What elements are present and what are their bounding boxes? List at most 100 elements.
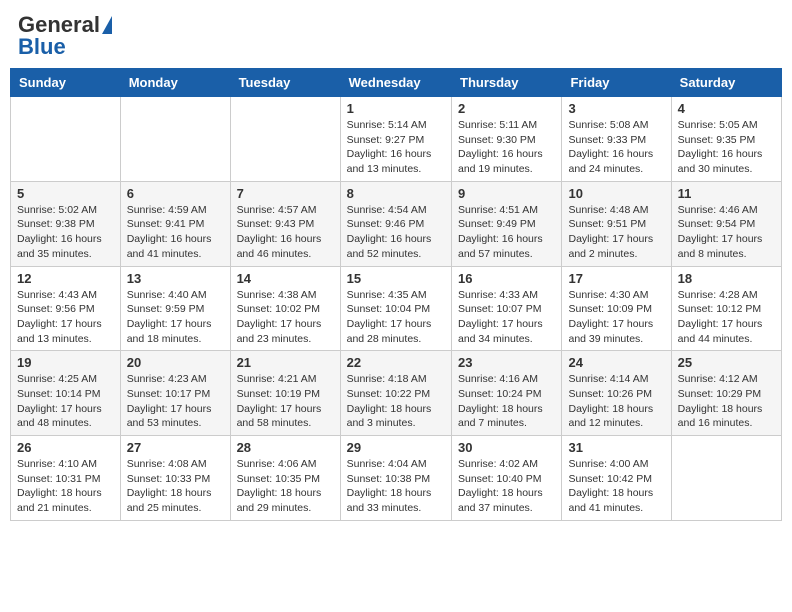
day-number: 26 (17, 440, 114, 455)
calendar-cell: 8 Sunrise: 4:54 AM Sunset: 9:46 PM Daylig… (340, 181, 451, 266)
day-of-week-header: Saturday (671, 69, 781, 97)
calendar-cell: 5 Sunrise: 5:02 AM Sunset: 9:38 PM Daylig… (11, 181, 121, 266)
day-number: 22 (347, 355, 445, 370)
logo-blue-text: Blue (18, 36, 66, 58)
day-info: Sunrise: 4:16 AM Sunset: 10:24 PM Daylig… (458, 372, 555, 431)
day-info: Sunrise: 4:08 AM Sunset: 10:33 PM Daylig… (127, 457, 224, 516)
calendar-cell: 7 Sunrise: 4:57 AM Sunset: 9:43 PM Daylig… (230, 181, 340, 266)
day-number: 10 (568, 186, 664, 201)
calendar-cell: 4 Sunrise: 5:05 AM Sunset: 9:35 PM Daylig… (671, 97, 781, 182)
day-info: Sunrise: 4:14 AM Sunset: 10:26 PM Daylig… (568, 372, 664, 431)
calendar-cell: 18 Sunrise: 4:28 AM Sunset: 10:12 PM Dayl… (671, 266, 781, 351)
calendar-cell: 26 Sunrise: 4:10 AM Sunset: 10:31 PM Dayl… (11, 436, 121, 521)
day-info: Sunrise: 4:48 AM Sunset: 9:51 PM Dayligh… (568, 203, 664, 262)
calendar-cell: 6 Sunrise: 4:59 AM Sunset: 9:41 PM Daylig… (120, 181, 230, 266)
day-number: 14 (237, 271, 334, 286)
day-number: 6 (127, 186, 224, 201)
day-number: 1 (347, 101, 445, 116)
day-number: 2 (458, 101, 555, 116)
calendar: SundayMondayTuesdayWednesdayThursdayFrid… (10, 68, 782, 521)
day-number: 31 (568, 440, 664, 455)
calendar-cell (671, 436, 781, 521)
day-number: 4 (678, 101, 775, 116)
day-of-week-header: Friday (562, 69, 671, 97)
day-info: Sunrise: 4:28 AM Sunset: 10:12 PM Daylig… (678, 288, 775, 347)
calendar-cell: 30 Sunrise: 4:02 AM Sunset: 10:40 PM Dayl… (452, 436, 562, 521)
calendar-cell: 2 Sunrise: 5:11 AM Sunset: 9:30 PM Daylig… (452, 97, 562, 182)
day-number: 30 (458, 440, 555, 455)
day-number: 5 (17, 186, 114, 201)
day-number: 12 (17, 271, 114, 286)
day-of-week-header: Tuesday (230, 69, 340, 97)
day-info: Sunrise: 4:04 AM Sunset: 10:38 PM Daylig… (347, 457, 445, 516)
day-number: 3 (568, 101, 664, 116)
calendar-cell: 1 Sunrise: 5:14 AM Sunset: 9:27 PM Daylig… (340, 97, 451, 182)
calendar-cell: 14 Sunrise: 4:38 AM Sunset: 10:02 PM Dayl… (230, 266, 340, 351)
calendar-cell (11, 97, 121, 182)
calendar-cell: 16 Sunrise: 4:33 AM Sunset: 10:07 PM Dayl… (452, 266, 562, 351)
day-number: 18 (678, 271, 775, 286)
day-number: 19 (17, 355, 114, 370)
day-info: Sunrise: 5:08 AM Sunset: 9:33 PM Dayligh… (568, 118, 664, 177)
day-number: 11 (678, 186, 775, 201)
calendar-cell: 15Sunrise: 4:35 AM Sunset: 10:04 PM Dayl… (340, 266, 451, 351)
calendar-cell: 20 Sunrise: 4:23 AM Sunset: 10:17 PM Dayl… (120, 351, 230, 436)
calendar-cell: 23 Sunrise: 4:16 AM Sunset: 10:24 PM Dayl… (452, 351, 562, 436)
day-info: Sunrise: 4:40 AM Sunset: 9:59 PM Dayligh… (127, 288, 224, 347)
calendar-cell: 22 Sunrise: 4:18 AM Sunset: 10:22 PM Dayl… (340, 351, 451, 436)
calendar-cell: 17 Sunrise: 4:30 AM Sunset: 10:09 PM Dayl… (562, 266, 671, 351)
day-info: Sunrise: 4:30 AM Sunset: 10:09 PM Daylig… (568, 288, 664, 347)
calendar-cell: 3 Sunrise: 5:08 AM Sunset: 9:33 PM Daylig… (562, 97, 671, 182)
day-info: Sunrise: 4:00 AM Sunset: 10:42 PM Daylig… (568, 457, 664, 516)
calendar-cell: 9 Sunrise: 4:51 AM Sunset: 9:49 PM Daylig… (452, 181, 562, 266)
header: General Blue (10, 10, 782, 62)
day-of-week-header: Thursday (452, 69, 562, 97)
calendar-cell: 24 Sunrise: 4:14 AM Sunset: 10:26 PM Dayl… (562, 351, 671, 436)
calendar-cell: 12Sunrise: 4:43 AM Sunset: 9:56 PM Dayli… (11, 266, 121, 351)
calendar-cell: 27 Sunrise: 4:08 AM Sunset: 10:33 PM Dayl… (120, 436, 230, 521)
day-number: 16 (458, 271, 555, 286)
calendar-cell: 31 Sunrise: 4:00 AM Sunset: 10:42 PM Dayl… (562, 436, 671, 521)
day-info: Sunrise: 5:11 AM Sunset: 9:30 PM Dayligh… (458, 118, 555, 177)
day-info: Sunrise: 5:05 AM Sunset: 9:35 PM Dayligh… (678, 118, 775, 177)
day-number: 28 (237, 440, 334, 455)
day-info: Sunrise: 5:02 AM Sunset: 9:38 PM Dayligh… (17, 203, 114, 262)
day-number: 25 (678, 355, 775, 370)
day-info: Sunrise: 4:38 AM Sunset: 10:02 PM Daylig… (237, 288, 334, 347)
calendar-cell: 10 Sunrise: 4:48 AM Sunset: 9:51 PM Dayli… (562, 181, 671, 266)
day-info: Sunrise: 5:14 AM Sunset: 9:27 PM Dayligh… (347, 118, 445, 177)
day-number: 20 (127, 355, 224, 370)
day-number: 24 (568, 355, 664, 370)
day-info: Sunrise: 4:02 AM Sunset: 10:40 PM Daylig… (458, 457, 555, 516)
day-number: 7 (237, 186, 334, 201)
day-number: 8 (347, 186, 445, 201)
logo-general-text: General (18, 14, 100, 36)
day-of-week-header: Monday (120, 69, 230, 97)
day-info: Sunrise: 4:12 AM Sunset: 10:29 PM Daylig… (678, 372, 775, 431)
calendar-cell: 25 Sunrise: 4:12 AM Sunset: 10:29 PM Dayl… (671, 351, 781, 436)
day-info: Sunrise: 4:59 AM Sunset: 9:41 PM Dayligh… (127, 203, 224, 262)
day-info: Sunrise: 4:33 AM Sunset: 10:07 PM Daylig… (458, 288, 555, 347)
day-info: Sunrise: 4:06 AM Sunset: 10:35 PM Daylig… (237, 457, 334, 516)
day-number: 13 (127, 271, 224, 286)
day-of-week-header: Wednesday (340, 69, 451, 97)
day-info: Sunrise: 4:54 AM Sunset: 9:46 PM Dayligh… (347, 203, 445, 262)
day-info: Sunrise: 4:57 AM Sunset: 9:43 PM Dayligh… (237, 203, 334, 262)
day-info: Sunrise: 4:46 AM Sunset: 9:54 PM Dayligh… (678, 203, 775, 262)
calendar-cell: 19Sunrise: 4:25 AM Sunset: 10:14 PM Dayl… (11, 351, 121, 436)
calendar-cell: 11 Sunrise: 4:46 AM Sunset: 9:54 PM Dayli… (671, 181, 781, 266)
calendar-cell (120, 97, 230, 182)
day-info: Sunrise: 4:51 AM Sunset: 9:49 PM Dayligh… (458, 203, 555, 262)
day-info: Sunrise: 4:35 AM Sunset: 10:04 PM Daylig… (347, 288, 445, 347)
day-info: Sunrise: 4:21 AM Sunset: 10:19 PM Daylig… (237, 372, 334, 431)
day-number: 17 (568, 271, 664, 286)
day-info: Sunrise: 4:10 AM Sunset: 10:31 PM Daylig… (17, 457, 114, 516)
day-info: Sunrise: 4:18 AM Sunset: 10:22 PM Daylig… (347, 372, 445, 431)
day-info: Sunrise: 4:23 AM Sunset: 10:17 PM Daylig… (127, 372, 224, 431)
day-number: 23 (458, 355, 555, 370)
calendar-cell: 29Sunrise: 4:04 AM Sunset: 10:38 PM Dayl… (340, 436, 451, 521)
day-number: 21 (237, 355, 334, 370)
day-number: 9 (458, 186, 555, 201)
calendar-cell: 21 Sunrise: 4:21 AM Sunset: 10:19 PM Dayl… (230, 351, 340, 436)
day-number: 27 (127, 440, 224, 455)
